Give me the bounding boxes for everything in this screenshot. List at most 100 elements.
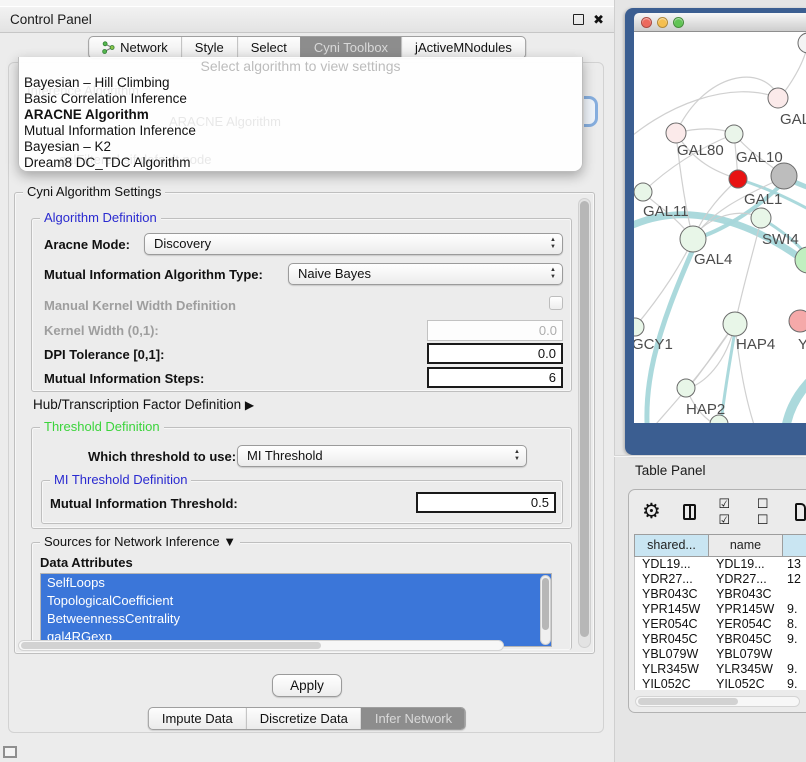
mi-algorithm-type-select[interactable]: Naive Bayes ▲▼ — [288, 263, 563, 285]
attribute-item[interactable]: BetweennessCentrality — [41, 610, 551, 628]
table-row[interactable]: YER054CYER054C8. — [635, 617, 806, 632]
mi-steps-field[interactable]: 6 — [427, 367, 563, 388]
table-cell: YBR045C — [709, 632, 783, 647]
network-node[interactable] — [666, 123, 686, 143]
tab[interactable]: Infer Network — [361, 708, 465, 729]
table-cell: 9. — [783, 632, 806, 647]
table-row[interactable]: YDR27...YDR27...12 — [635, 572, 806, 587]
dpi-tolerance-field[interactable]: 0.0 — [427, 343, 563, 364]
aracne-mode-select[interactable]: Discovery ▲▼ — [144, 233, 563, 255]
attribute-item[interactable]: SelfLoops — [41, 574, 551, 592]
tab[interactable]: Cyni Toolbox — [300, 37, 401, 58]
tab[interactable]: Select — [237, 37, 300, 58]
network-node[interactable] — [723, 312, 747, 336]
attribute-item[interactable]: TopologicalCoefficient — [41, 592, 551, 610]
network-node[interactable] — [725, 125, 743, 143]
table-row[interactable]: YIL052CYIL052C9. — [635, 677, 806, 690]
table-rows: YDL19...YDL19...13YDR27...YDR27...12YBR0… — [634, 557, 806, 690]
network-node[interactable] — [680, 226, 706, 252]
column-header[interactable]: name — [709, 535, 783, 556]
scrollbar-thumb[interactable] — [580, 201, 589, 637]
table-cell — [783, 587, 806, 602]
network-node[interactable] — [798, 33, 806, 53]
ghost-text: ARACNE Algorithm — [169, 114, 281, 129]
network-node[interactable] — [771, 163, 797, 189]
scrollbar-thumb[interactable] — [21, 642, 321, 649]
network-canvas[interactable]: GAL7GAL10GAL80GAL1GAL11GAL4SWI4GCY1HAP4Y… — [634, 32, 806, 423]
scrollbar-thumb[interactable] — [542, 578, 549, 630]
panel-resize-grip[interactable] — [3, 746, 17, 758]
mi-threshold-field[interactable]: 0.5 — [416, 492, 556, 513]
which-threshold-select[interactable]: MI Threshold ▲▼ — [237, 445, 527, 467]
algorithm-definition-group: Algorithm Definition Aracne Mode: Discov… — [31, 218, 572, 392]
column-header[interactable]: shared... — [635, 535, 709, 556]
threshold-definition-group: Threshold Definition Which threshold to … — [31, 427, 572, 529]
table-row[interactable]: YDL19...YDL19...13 — [635, 557, 806, 572]
sources-group: Sources for Network Inference ▼ Data Att… — [31, 542, 572, 650]
network-window-titlebar[interactable] — [634, 13, 806, 32]
network-node[interactable] — [677, 379, 695, 397]
table-cell: YBL079W — [635, 647, 709, 662]
table-cell: 8. — [783, 617, 806, 632]
table-cell: YIL052C — [709, 677, 783, 690]
traffic-light[interactable] — [673, 17, 684, 28]
table-row[interactable]: YLR345WYLR345W9. — [635, 662, 806, 677]
network-edge[interactable] — [735, 220, 761, 324]
tab[interactable]: Style — [181, 37, 237, 58]
traffic-light[interactable] — [657, 17, 668, 28]
list-vertical-scrollbar[interactable] — [540, 575, 551, 645]
network-node[interactable] — [795, 247, 806, 273]
algorithm-option[interactable]: ARACNE Algorithm — [24, 107, 577, 123]
network-edge[interactable] — [635, 240, 693, 327]
table-cell: YPR145W — [709, 602, 783, 617]
table-cell: 12 — [783, 572, 806, 587]
focused-combo-fragment — [584, 96, 598, 127]
column-header[interactable]: A — [783, 535, 806, 556]
table-cell: 9. — [783, 662, 806, 677]
table-cell: YER054C — [635, 617, 709, 632]
network-node[interactable] — [729, 170, 747, 188]
close-panel-icon[interactable]: ✖ — [593, 13, 604, 26]
columns-icon[interactable] — [683, 504, 697, 520]
table-row[interactable]: YBL079WYBL079W — [635, 647, 806, 662]
apply-button[interactable]: Apply — [272, 674, 342, 697]
hub-definition-expander[interactable]: Hub/Transcription Factor Definition ▶ — [33, 397, 254, 412]
unchecked-pair-icon[interactable] — [757, 496, 773, 528]
control-panel: Control Panel ✖ NetworkStyleSelectCyni T… — [0, 0, 614, 762]
tab[interactable]: Impute Data — [149, 708, 246, 729]
checked-pair-icon[interactable] — [718, 496, 734, 528]
table-row[interactable]: YBR043CYBR043C — [635, 587, 806, 602]
cyni-bottom-tabs: Impute DataDiscretize DataInfer Network — [148, 707, 466, 730]
expand-right-icon[interactable]: ▶ — [245, 398, 254, 412]
float-panel-icon[interactable] — [573, 14, 584, 25]
manual-kernel-width-checkbox[interactable] — [549, 296, 563, 310]
network-node[interactable] — [768, 88, 788, 108]
table-row[interactable]: YBR045CYBR045C9. — [635, 632, 806, 647]
traffic-light[interactable] — [641, 17, 652, 28]
tab[interactable]: jActiveMNodules — [401, 37, 525, 58]
manual-kernel-width-label: Manual Kernel Width Definition — [44, 298, 236, 313]
table-panel-title: Table Panel — [635, 463, 706, 478]
panel-top-strip — [0, 0, 614, 7]
tab[interactable]: Discretize Data — [246, 708, 361, 729]
network-edge[interactable] — [784, 362, 806, 423]
network-node[interactable] — [634, 183, 652, 201]
settings-horizontal-scrollbar[interactable] — [18, 640, 504, 651]
tab[interactable]: Network — [89, 37, 181, 58]
network-node[interactable] — [751, 208, 771, 228]
table-row[interactable]: YPR145WYPR145W9. — [635, 602, 806, 617]
table-cell: YLR345W — [635, 662, 709, 677]
table-horizontal-scrollbar[interactable] — [635, 696, 800, 707]
network-edge[interactable] — [676, 77, 779, 133]
network-node-label: GAL11 — [643, 203, 689, 220]
kernel-width-field[interactable]: 0.0 — [427, 320, 563, 341]
algorithm-option[interactable]: Mutual Information Inference — [24, 123, 577, 139]
network-node[interactable] — [634, 318, 644, 336]
network-node[interactable] — [789, 310, 806, 332]
network-node-label: HAP4 — [736, 336, 775, 353]
scrollbar-thumb[interactable] — [638, 698, 738, 705]
gear-icon[interactable] — [642, 502, 661, 522]
settings-vertical-scrollbar[interactable] — [578, 198, 591, 648]
document-icon[interactable] — [795, 503, 806, 521]
network-icon — [102, 41, 115, 54]
